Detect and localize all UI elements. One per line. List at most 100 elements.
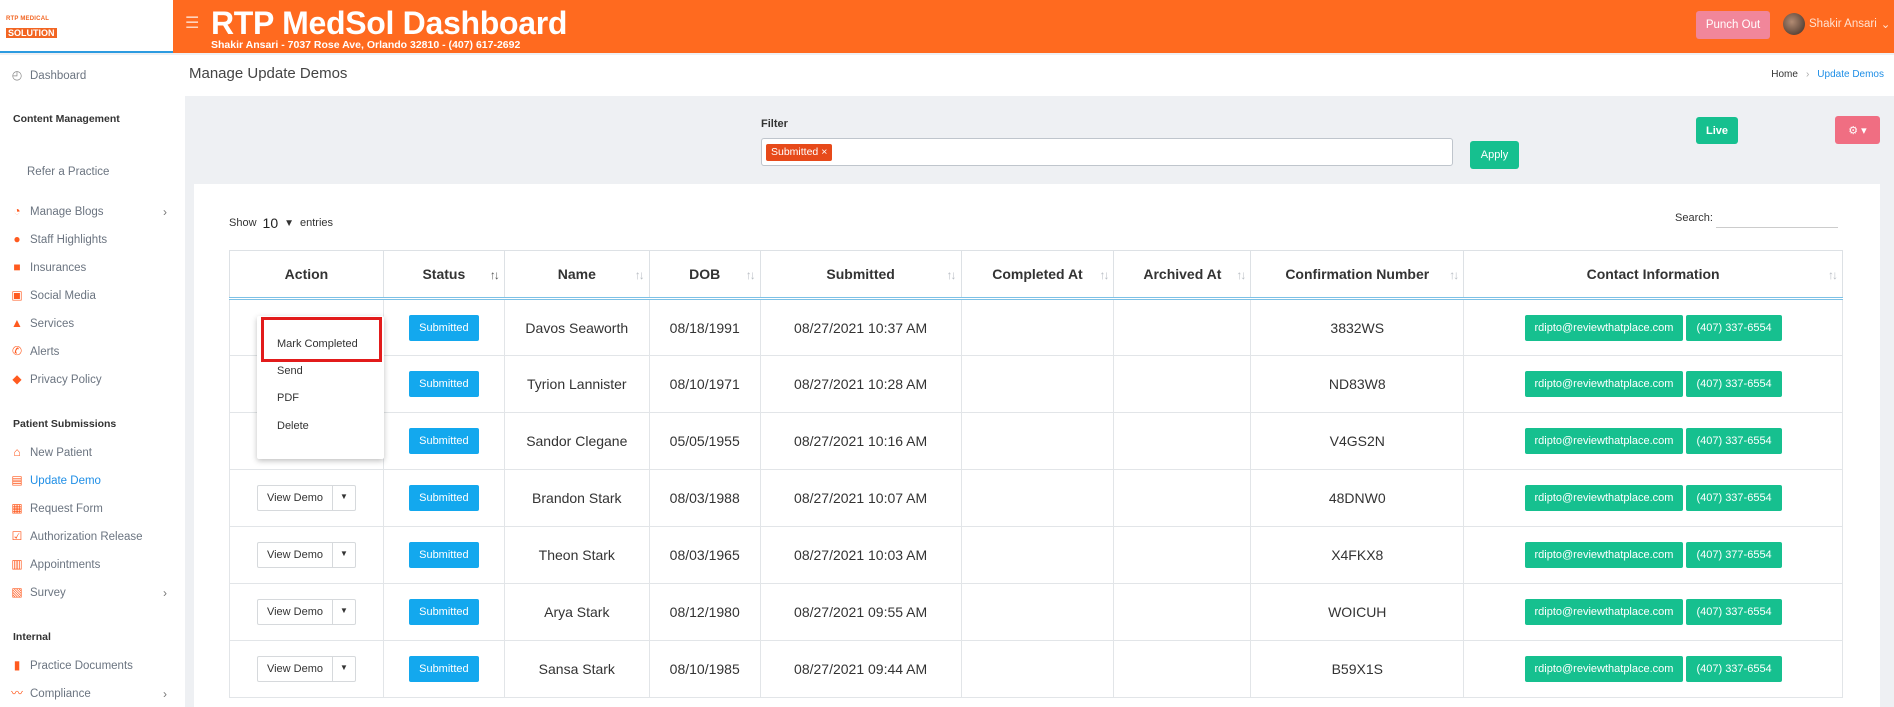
sidebar-item-manage-blogs[interactable]: ◔ Manage Blogs — [10, 205, 103, 218]
sidebar-item-survey[interactable]: ▧ Survey — [10, 585, 65, 599]
menu-item-send[interactable]: Send — [277, 365, 303, 377]
chevron-right-icon[interactable]: › — [163, 586, 167, 600]
phone-button[interactable]: (407) 377-6554 — [1686, 542, 1782, 568]
view-demo-button[interactable]: View Demo — [256, 599, 334, 625]
email-button[interactable]: rdipto@reviewthatplace.com — [1524, 599, 1684, 625]
filter-input[interactable]: Submitted × — [761, 138, 1453, 166]
view-demo-button[interactable]: View Demo — [256, 542, 334, 568]
menu-item-pdf[interactable]: PDF — [277, 392, 299, 404]
hamburger-menu-icon[interactable]: ☰ — [185, 13, 199, 33]
phone-button[interactable]: (407) 337-6554 — [1686, 485, 1782, 511]
sidebar-item-staff[interactable]: ● Staff Highlights — [10, 233, 107, 246]
sidebar-item-insurances[interactable]: ■ Insurances — [10, 261, 86, 274]
email-button[interactable]: rdipto@reviewthatplace.com — [1524, 542, 1684, 568]
sidebar-item-practice-docs[interactable]: ▮ Practice Documents — [10, 659, 133, 672]
briefcase-icon: ■ — [13, 260, 21, 274]
sidebar-item-request-form[interactable]: ▦ Request Form — [10, 502, 103, 515]
sidebar-item-services[interactable]: ▲ Services — [10, 317, 74, 330]
caret-down-icon[interactable]: ▼ — [333, 485, 356, 511]
submitted-cell: 08/27/2021 10:03 AM — [759, 526, 962, 584]
sidebar-item-dashboard[interactable]: ◴ Dashboard — [10, 69, 87, 82]
col-contact[interactable]: Contact Information ↑↓ — [1463, 250, 1843, 300]
sidebar-item-privacy[interactable]: ◆ Privacy Policy — [10, 373, 101, 386]
punch-out-button[interactable]: Punch Out — [1696, 11, 1770, 39]
completed-cell — [960, 412, 1115, 470]
status-badge[interactable]: Submitted — [409, 314, 479, 341]
status-badge[interactable]: Submitted — [409, 656, 479, 682]
table-row: View Demo ▼ Submitted Sansa Stark 08/10/1985… — [229, 640, 1843, 698]
col-action: Action — [229, 250, 384, 300]
user-menu[interactable]: Shakir Ansari ⌄ — [1783, 13, 1890, 35]
chevron-right-icon[interactable]: › — [163, 205, 167, 219]
status-badge[interactable]: Submitted — [409, 599, 479, 625]
entries-select[interactable]: 10 — [263, 215, 279, 231]
breadcrumb-current: Update Demos — [1817, 69, 1884, 80]
apply-button[interactable]: Apply — [1470, 141, 1519, 169]
breadcrumb-home[interactable]: Home — [1771, 69, 1798, 80]
sidebar-item-authorization[interactable]: ☑ Authorization Release — [10, 530, 143, 543]
menu-item-delete[interactable]: Delete — [277, 420, 309, 432]
archived-cell — [1113, 526, 1252, 584]
caret-down-icon[interactable]: ▼ — [333, 542, 356, 568]
col-status[interactable]: Status ↑↓ — [382, 250, 505, 300]
view-demo-button[interactable]: View Demo — [256, 485, 334, 511]
email-button[interactable]: rdipto@reviewthatplace.com — [1524, 485, 1684, 511]
phone-button[interactable]: (407) 337-6554 — [1686, 371, 1782, 397]
col-archived[interactable]: Archived At ↑↓ — [1113, 250, 1252, 300]
search-input[interactable] — [1716, 208, 1838, 228]
name-cell: Arya Stark — [503, 583, 650, 641]
sidebar-section-content: Content Management — [13, 113, 120, 125]
phone-button[interactable]: (407) 337-6554 — [1686, 599, 1782, 625]
top-navbar: ☰ RTP MedSol Dashboard Shakir Ansari - 7… — [173, 0, 1894, 53]
sidebar-item-refer[interactable]: Refer a Practice — [27, 166, 109, 178]
sidebar-item-appointments[interactable]: ▥ Appointments — [10, 558, 100, 571]
sidebar-item-compliance[interactable]: 〰 Compliance — [10, 687, 91, 700]
chevron-down-icon[interactable]: ▼ — [284, 218, 294, 229]
phone-button[interactable]: (407) 337-6554 — [1686, 656, 1782, 682]
status-badge[interactable]: Submitted — [409, 371, 479, 397]
filter-label: Filter — [761, 118, 788, 130]
status-badge[interactable]: Submitted — [409, 428, 479, 454]
contact-cell: rdipto@reviewthatplace.com (407) 337-6554 — [1463, 469, 1843, 527]
sidebar-item-alerts[interactable]: ✆ Alerts — [10, 345, 59, 358]
completed-cell — [960, 355, 1115, 413]
col-submitted[interactable]: Submitted ↑↓ — [759, 250, 962, 300]
archived-cell — [1113, 469, 1252, 527]
live-button[interactable]: Live — [1696, 117, 1738, 144]
completed-cell — [960, 526, 1115, 584]
sidebar-item-social[interactable]: ▣ Social Media — [10, 289, 96, 302]
completed-cell — [960, 298, 1115, 356]
view-demo-button[interactable]: View Demo — [256, 656, 334, 682]
status-badge[interactable]: Submitted — [409, 485, 479, 511]
email-button[interactable]: rdipto@reviewthatplace.com — [1524, 656, 1684, 682]
status-badge[interactable]: Submitted — [409, 542, 479, 568]
sidebar-item-update-demo[interactable]: ▤ Update Demo — [10, 474, 101, 487]
col-confirmation[interactable]: Confirmation Number ↑↓ — [1250, 250, 1465, 300]
show-entries: Show 10 ▼ entries — [229, 215, 334, 231]
email-button[interactable]: rdipto@reviewthatplace.com — [1524, 314, 1684, 341]
submitted-cell: 08/27/2021 09:44 AM — [759, 640, 962, 698]
survey-icon: ▧ — [11, 585, 23, 599]
col-name[interactable]: Name ↑↓ — [503, 250, 650, 300]
sidebar-item-new-patient[interactable]: ⌂ New Patient — [10, 446, 92, 459]
filter-tag-submitted[interactable]: Submitted × — [766, 144, 833, 161]
caret-down-icon[interactable]: ▼ — [333, 599, 356, 625]
logo-area[interactable]: RTP MEDICAL SOLUTION — [0, 0, 173, 53]
action-cell: View Demo ▼ — [229, 583, 384, 641]
caret-down-icon[interactable]: ▼ — [333, 656, 356, 682]
email-button[interactable]: rdipto@reviewthatplace.com — [1524, 428, 1684, 454]
calendar-icon: ▥ — [11, 557, 23, 571]
phone-button[interactable]: (407) 337-6554 — [1686, 428, 1782, 454]
settings-dropdown-button[interactable]: ⚙ ▾ — [1835, 116, 1880, 144]
home-icon: ⌂ — [13, 445, 21, 459]
table-row: Submitted Sandor Clegane 05/05/1955 08/27/2… — [229, 412, 1843, 470]
col-completed[interactable]: Completed At ↑↓ — [960, 250, 1115, 300]
submitted-cell: 08/27/2021 10:07 AM — [759, 469, 962, 527]
col-dob[interactable]: DOB ↑↓ — [648, 250, 761, 300]
email-button[interactable]: rdipto@reviewthatplace.com — [1524, 371, 1684, 397]
view-demo-group: View Demo ▼ — [256, 656, 356, 682]
phone-button[interactable]: (407) 337-6554 — [1686, 314, 1782, 341]
sidebar-section-internal: Internal — [13, 631, 51, 643]
chevron-right-icon[interactable]: › — [163, 687, 167, 701]
archived-cell — [1113, 355, 1252, 413]
